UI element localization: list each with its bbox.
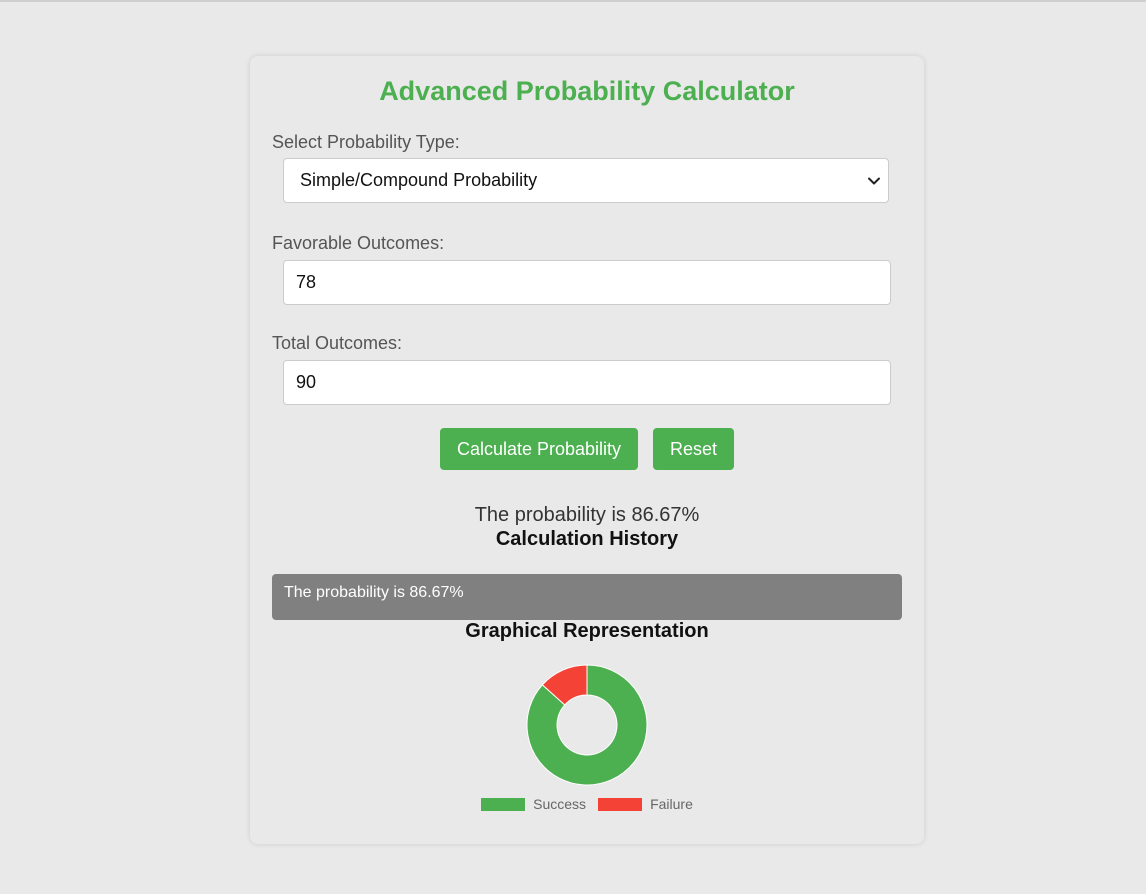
legend-label: Failure [650,796,693,812]
legend-item-failure[interactable]: Failure [598,796,693,812]
probability-type-select[interactable]: Simple/Compound Probability [283,158,889,203]
probability-donut-chart [526,664,648,786]
history-item: The probability is 86.67% [284,584,464,601]
reset-button[interactable]: Reset [653,428,734,470]
legend-swatch [598,797,643,811]
legend-swatch [481,797,526,811]
total-outcomes-input[interactable] [283,360,891,405]
history-heading: Calculation History [495,528,679,550]
favorable-outcomes-input[interactable] [283,260,891,305]
favorable-outcomes-label: Favorable Outcomes: [272,233,445,253]
calculate-button[interactable]: Calculate Probability [440,428,638,470]
probability-type-selected: Simple/Compound Probability [300,170,538,190]
page-title: Advanced Probability Calculator [379,76,795,106]
history-list: The probability is 86.67% [272,574,902,620]
chevron-down-icon [868,177,880,185]
legend-label: Success [533,796,587,812]
result-text: The probability is 86.67% [474,504,700,526]
legend-item-success[interactable]: Success [481,796,586,812]
graph-heading: Graphical Representation [465,620,709,642]
probability-type-label: Select Probability Type: [272,132,460,152]
top-border [0,0,1146,2]
calculator-card: Advanced Probability Calculator Select P… [250,56,924,844]
total-outcomes-label: Total Outcomes: [272,333,403,353]
chart-legend: Success Failure [250,796,924,812]
